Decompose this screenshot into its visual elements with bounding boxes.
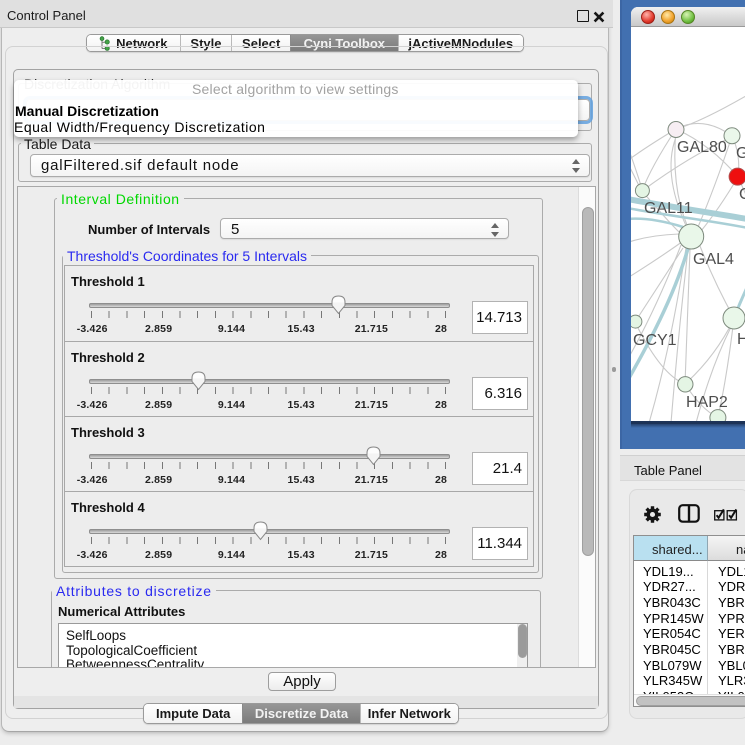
svg-text:GCY1: GCY1 (633, 332, 677, 349)
svg-text:HIS4: HIS4 (737, 331, 745, 348)
svg-text:GAL11: GAL11 (644, 200, 693, 217)
svg-text:CD: CD (739, 186, 745, 203)
svg-text:GAL1: GAL1 (736, 145, 745, 162)
svg-text:HAP2: HAP2 (686, 394, 728, 411)
svg-text:GAL80: GAL80 (677, 139, 727, 156)
svg-text:GAL4: GAL4 (693, 251, 734, 268)
